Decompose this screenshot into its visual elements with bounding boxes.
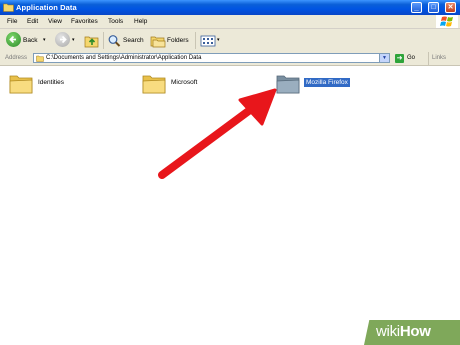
- red-arrow-annotation: [158, 88, 277, 179]
- address-label: Address: [5, 55, 28, 61]
- maximize-button[interactable]: □: [428, 2, 439, 13]
- go-icon: ➜: [395, 54, 404, 63]
- folders-button[interactable]: Folders: [167, 32, 189, 49]
- links-button[interactable]: Links: [428, 52, 446, 65]
- folders-icon: [150, 32, 166, 49]
- folder-label: Mozilla Firefox: [304, 78, 350, 87]
- menu-edit[interactable]: Edit: [27, 15, 38, 28]
- window-title: Application Data: [16, 3, 77, 12]
- toolbar-separator: [103, 32, 104, 49]
- folder-label: Identities: [38, 79, 65, 86]
- title-bar[interactable]: Application Data _ □ ✕: [0, 0, 460, 15]
- app-folder-icon: [3, 3, 14, 12]
- up-folder-icon[interactable]: [83, 32, 100, 49]
- wikihow-suffix: How: [399, 323, 431, 340]
- menu-view[interactable]: View: [48, 15, 62, 28]
- go-label: Go: [407, 55, 416, 61]
- forward-arrow-icon[interactable]: [55, 32, 70, 47]
- menu-favorites[interactable]: Favorites: [71, 15, 98, 28]
- windows-logo-icon: [436, 15, 458, 28]
- explorer-window: Application Data _ □ ✕ File Edit View Fa…: [0, 0, 460, 345]
- wikihow-prefix: wiki: [376, 323, 400, 340]
- address-dropdown[interactable]: ▼: [379, 54, 389, 62]
- search-icon: [107, 32, 121, 49]
- back-arrow-icon[interactable]: [6, 32, 21, 47]
- menu-help[interactable]: Help: [134, 15, 147, 28]
- back-button[interactable]: Back: [23, 32, 37, 49]
- wikihow-logo: wikiHow: [376, 322, 431, 342]
- menu-tools[interactable]: Tools: [108, 15, 123, 28]
- toolbar-separator: [195, 32, 196, 49]
- address-field[interactable]: C:\Documents and Settings\Administrator\…: [33, 53, 390, 63]
- views-dropdown[interactable]: ▾: [217, 32, 220, 49]
- standard-toolbar: Back ▾ ▾ Search Folders ▾: [0, 29, 460, 53]
- views-icon[interactable]: [200, 32, 216, 49]
- address-bar: Address C:\Documents and Settings\Admini…: [0, 52, 460, 66]
- folder-icon: [9, 75, 33, 94]
- close-button[interactable]: ✕: [445, 2, 456, 13]
- forward-dropdown[interactable]: ▾: [72, 32, 75, 49]
- address-value[interactable]: C:\Documents and Settings\Administrator\…: [46, 54, 201, 63]
- address-folder-icon: [36, 55, 44, 62]
- menu-file[interactable]: File: [7, 15, 17, 28]
- search-button[interactable]: Search: [123, 32, 144, 49]
- back-dropdown[interactable]: ▾: [43, 32, 46, 49]
- minimize-button[interactable]: _: [411, 2, 422, 13]
- menu-bar: File Edit View Favorites Tools Help: [0, 15, 460, 29]
